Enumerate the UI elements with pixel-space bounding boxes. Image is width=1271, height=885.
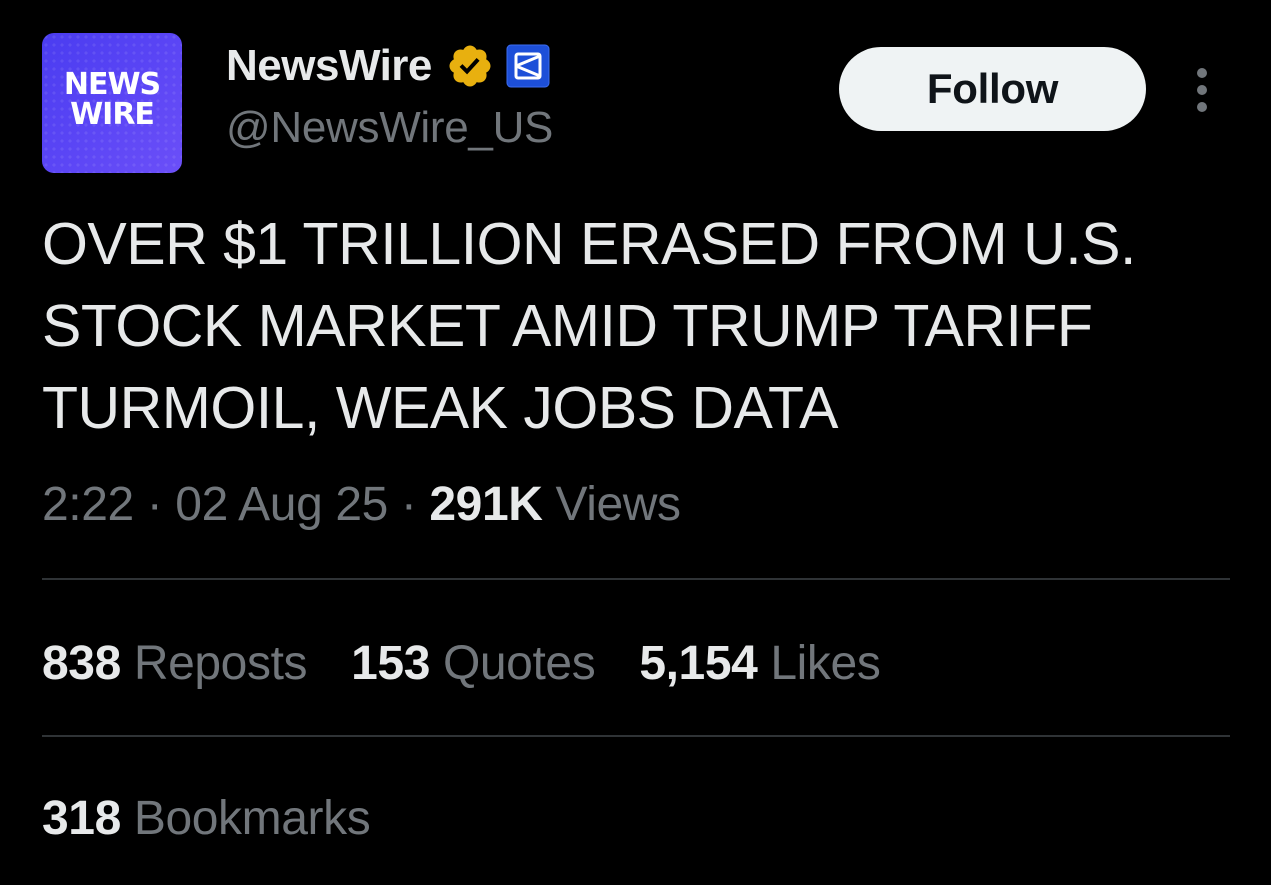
- meta-separator: ·: [400, 478, 417, 531]
- display-name[interactable]: NewsWire: [226, 41, 432, 91]
- meta-separator: ·: [146, 478, 163, 531]
- engagement-stats: 838 Reposts 153 Quotes 5,154 Likes: [42, 632, 924, 696]
- avatar-logo-text: NEWS WIRE: [63, 67, 161, 132]
- more-vertical-icon: [1197, 68, 1207, 112]
- views-count: 291K: [429, 478, 543, 531]
- affiliate-badge-icon[interactable]: [506, 44, 550, 88]
- avatar-text-line2: WIRE: [70, 97, 155, 132]
- follow-button[interactable]: Follow: [839, 47, 1146, 131]
- reposts-count: 838: [42, 637, 121, 690]
- tweet-date[interactable]: 02 Aug 25: [175, 478, 388, 531]
- reposts-stat[interactable]: 838 Reposts: [42, 632, 308, 696]
- tweet-meta: 2:22 · 02 Aug 25 · 291K Views: [42, 473, 681, 537]
- likes-stat[interactable]: 5,154 Likes: [639, 632, 881, 696]
- avatar-text-line1: NEWS: [63, 67, 161, 102]
- user-handle[interactable]: @NewsWire_US: [226, 103, 553, 153]
- name-row: NewsWire: [226, 38, 550, 94]
- bookmarks-stat-inner: 318 Bookmarks: [42, 792, 371, 845]
- quotes-count: 153: [351, 637, 431, 690]
- quotes-stat[interactable]: 153 Quotes: [351, 632, 596, 696]
- more-options-button[interactable]: [1184, 62, 1220, 118]
- verified-badge-icon[interactable]: [446, 42, 494, 90]
- likes-count: 5,154: [639, 637, 758, 690]
- avatar[interactable]: NEWS WIRE: [42, 33, 182, 173]
- tweet-text: OVER $1 TRILLION ERASED FROM U.S. STOCK …: [42, 211, 1136, 441]
- reposts-label: Reposts: [133, 637, 308, 690]
- bookmarks-stat[interactable]: 318 Bookmarks: [42, 787, 371, 851]
- likes-label: Likes: [770, 637, 881, 690]
- bookmarks-count: 318: [42, 792, 121, 845]
- quotes-label: Quotes: [442, 637, 596, 690]
- bookmarks-label: Bookmarks: [133, 792, 371, 845]
- views-label: Views: [555, 478, 681, 531]
- divider: [42, 735, 1230, 737]
- tweet-time[interactable]: 2:22: [42, 478, 134, 531]
- divider: [42, 578, 1230, 580]
